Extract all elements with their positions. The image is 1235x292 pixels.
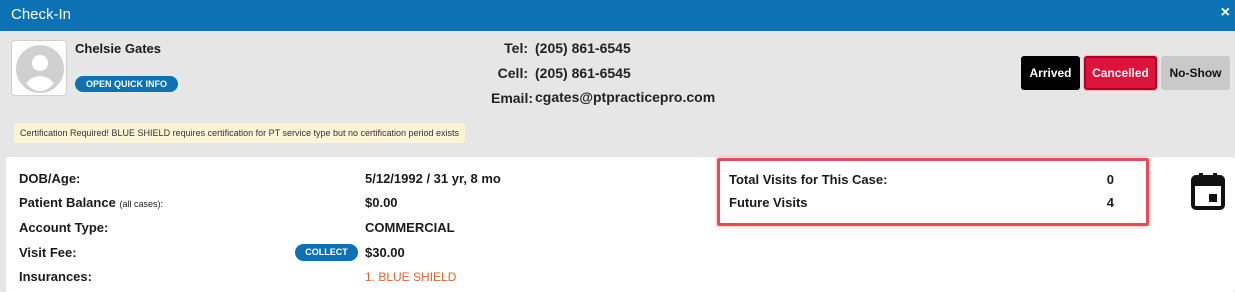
cell-label: Cell: (497, 65, 528, 81)
open-quick-info-button[interactable]: OPEN QUICK INFO (75, 76, 179, 92)
user-avatar-icon (11, 40, 67, 96)
title-bar: Check-In × (0, 0, 1235, 31)
total-visits-label: Total Visits for This Case: (729, 172, 888, 187)
email-label: Email: (490, 90, 533, 106)
close-icon[interactable]: × (1221, 4, 1230, 22)
visit-fee-label: Visit Fee: (19, 245, 77, 260)
future-visits-value: 4 (1106, 195, 1114, 210)
certification-notice: Certification Required! BLUE SHIELD requ… (14, 123, 466, 143)
calendar-icon[interactable] (1191, 172, 1225, 210)
balance-value: $0.00 (365, 195, 398, 210)
tel-label: Tel: (504, 40, 528, 56)
account-type-value: COMMERCIAL (365, 220, 455, 235)
dob-label: DOB/Age: (19, 171, 81, 186)
cancelled-button[interactable]: Cancelled (1084, 56, 1157, 90)
email-value: cgates@ptpracticepro.com (535, 89, 716, 105)
patient-details-panel: DOB/Age: 5/12/1992 / 31 yr, 8 mo Patient… (6, 157, 1235, 292)
patient-header: Chelsie Gates OPEN QUICK INFO Tel: (205)… (0, 31, 1235, 156)
no-show-button[interactable]: No-Show (1161, 56, 1230, 90)
visits-highlight-box (717, 158, 1149, 226)
cell-value: (205) 861-6545 (535, 65, 631, 81)
collect-button[interactable]: COLLECT (295, 244, 358, 261)
arrived-button[interactable]: Arrived (1021, 56, 1080, 90)
dob-value: 5/12/1992 / 31 yr, 8 mo (365, 171, 501, 186)
visit-fee-value: $30.00 (365, 245, 405, 260)
balance-note: (all cases): (119, 199, 163, 209)
account-type-label: Account Type: (19, 220, 109, 235)
future-visits-label: Future Visits (729, 195, 808, 210)
patient-balance-label: Patient Balance (all cases): (19, 195, 163, 210)
tel-value: (205) 861-6545 (535, 40, 631, 56)
insurance-link[interactable]: 1. BLUE SHIELD (365, 270, 456, 284)
patient-name: Chelsie Gates (75, 41, 161, 56)
total-visits-value: 0 (1106, 172, 1114, 187)
window-title: Check-In (11, 6, 72, 23)
insurances-label: Insurances: (19, 269, 92, 284)
